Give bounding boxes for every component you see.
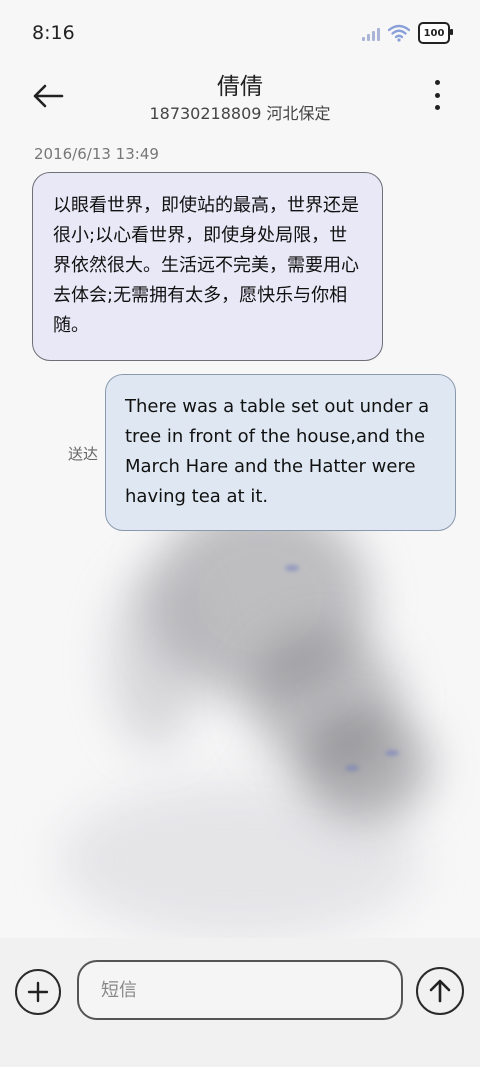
incoming-message-bubble[interactable]: 以眼看世界，即使站的最高，世界还是很小;以心看世界，即使身处局限，世界依然很大。… <box>32 172 383 361</box>
plus-icon <box>27 981 49 1003</box>
conversation-header: 倩倩 18730218809 河北保定 <box>0 62 480 132</box>
signal-icon <box>362 25 380 41</box>
composer-bar <box>0 938 480 1067</box>
wifi-icon <box>388 24 410 42</box>
battery-icon: 100 <box>418 22 453 44</box>
send-button[interactable] <box>416 967 464 1015</box>
contact-name: 倩倩 <box>217 74 263 100</box>
more-vertical-icon <box>434 80 440 85</box>
sms-input[interactable] <box>77 960 403 1020</box>
battery-level: 100 <box>423 27 445 39</box>
background-image <box>0 480 480 940</box>
incoming-message-text: 以眼看世界，即使站的最高，世界还是很小;以心看世界，即使身处局限，世界依然很大。… <box>53 195 359 336</box>
more-options-button[interactable] <box>430 80 444 110</box>
contact-detail: 18730218809 河北保定 <box>149 104 331 123</box>
outgoing-message-text: There was a table set out under a tree i… <box>125 396 430 507</box>
send-arrow-up-icon <box>429 979 451 1003</box>
status-time: 8:16 <box>32 22 75 44</box>
add-attachment-button[interactable] <box>15 969 61 1015</box>
status-icons: 100 <box>362 22 453 44</box>
delivery-status: 送达 <box>68 445 99 463</box>
outgoing-message-bubble[interactable]: There was a table set out under a tree i… <box>105 374 456 531</box>
message-timestamp: 2016/6/13 13:49 <box>34 145 159 163</box>
status-bar: 8:16 100 <box>0 0 480 68</box>
